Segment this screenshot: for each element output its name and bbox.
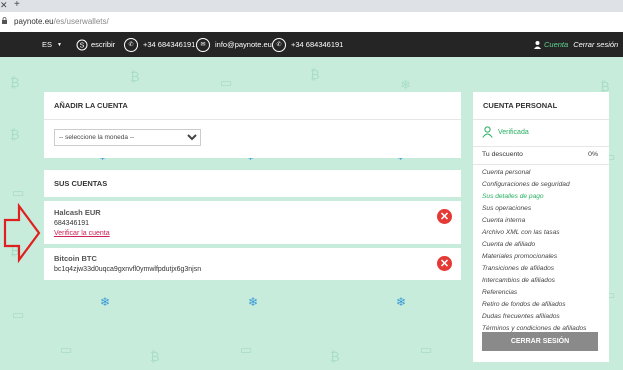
skype-icon: S xyxy=(76,39,88,50)
discount-value: 0% xyxy=(588,151,598,158)
sidebar-link[interactable]: Cuenta personal xyxy=(482,167,602,179)
verified-user-icon xyxy=(482,126,493,138)
verified-status: Verificada xyxy=(482,126,529,138)
write-label: escribir xyxy=(91,40,116,49)
card-pattern-icon: ▭ xyxy=(240,342,253,357)
discount-label: Tu descuento xyxy=(482,151,523,158)
card-pattern-icon: ▭ xyxy=(220,75,233,90)
sidebar-link[interactable]: Configuraciones de seguridad xyxy=(482,179,602,191)
language-label: ES xyxy=(42,40,53,49)
sidebar-link[interactable]: Sus detalles de pago xyxy=(482,191,602,203)
account-detail: 684346191 xyxy=(54,220,90,227)
bitcoin-pattern-icon: ₿ xyxy=(130,69,140,84)
delete-account-icon[interactable]: ✕ xyxy=(437,209,452,224)
snowflake-pattern-icon: ❄ xyxy=(400,77,411,92)
sidebar-link[interactable]: Referencias xyxy=(482,287,602,299)
card-pattern-icon: ▭ xyxy=(12,307,25,322)
whatsapp-link[interactable]: ✆ +34 684346191 xyxy=(124,32,195,57)
bitcoin-pattern-icon: ₿ xyxy=(10,75,20,90)
account-card: Halcash EUR 684346191 Verificar la cuent… xyxy=(44,201,461,244)
svg-text:S: S xyxy=(80,42,85,49)
sidebar-link[interactable]: Sus operaciones xyxy=(482,203,602,215)
bitcoin-pattern-icon: ₿ xyxy=(310,67,320,82)
add-account-panel: AÑADIR LA CUENTA -- seleccione la moneda… xyxy=(44,92,461,158)
account-link[interactable]: Cuenta xyxy=(544,40,568,49)
logout-button[interactable]: CERRAR SESIÓN xyxy=(482,332,598,351)
phone-icon: ✆ xyxy=(272,37,286,52)
language-selector[interactable]: ES ▼ xyxy=(42,32,62,57)
phone-link[interactable]: ✆ +34 684346191 xyxy=(272,32,343,57)
browser-tab-bar: ✕ + xyxy=(0,0,623,12)
sidebar-link[interactable]: Archivo XML con las tasas xyxy=(482,227,602,239)
bitcoin-pattern-icon: ₿ xyxy=(10,127,20,142)
card-pattern-icon: ▭ xyxy=(420,342,433,357)
verify-account-link[interactable]: Verificar la cuenta xyxy=(54,230,110,237)
email-text: info@paynote.eu xyxy=(215,40,272,49)
account-name: Bitcoin BTC xyxy=(54,254,97,263)
sidebar-link[interactable]: Intercambios de afiliados xyxy=(482,275,602,287)
account-name: Halcash EUR xyxy=(54,208,101,217)
url-text[interactable]: paynote.eu/es/userwallets/ xyxy=(14,17,109,26)
lock-icon xyxy=(2,17,7,24)
logout-link[interactable]: Cerrar sesión xyxy=(573,40,618,49)
personal-account-sidebar: CUENTA PERSONAL Verificada Tu descuento … xyxy=(473,92,609,362)
snowflake-pattern-icon: ❄ xyxy=(248,295,259,309)
sidebar-link[interactable]: Cuenta de afiliado xyxy=(482,239,602,251)
sidebar-links: Cuenta personal Configuraciones de seguri… xyxy=(482,167,602,335)
phone-text: +34 684346191 xyxy=(291,40,344,49)
whatsapp-icon: ✆ xyxy=(124,37,138,52)
account-links: Cuenta Cerrar sesión xyxy=(534,32,618,57)
currency-select[interactable]: -- seleccione la moneda -- xyxy=(54,129,201,146)
sidebar-link[interactable]: Retiro de fondos de afiliados xyxy=(482,299,602,311)
write-link[interactable]: S escribir xyxy=(76,32,115,57)
sidebar-link[interactable]: Materiales promocionales xyxy=(482,251,602,263)
close-tab-icon[interactable]: ✕ xyxy=(0,0,8,11)
verified-label: Verificada xyxy=(498,128,529,136)
annotation-arrow xyxy=(3,203,41,263)
bitcoin-pattern-icon: ₿ xyxy=(330,349,340,364)
account-card: Bitcoin BTC bc1q4zjw33d0uqca9gxnvfl0ymwl… xyxy=(44,248,461,280)
add-account-title: AÑADIR LA CUENTA xyxy=(44,92,461,120)
card-pattern-icon: ▭ xyxy=(12,185,25,200)
new-tab-icon[interactable]: + xyxy=(14,0,20,10)
bitcoin-pattern-icon: ₿ xyxy=(150,349,160,364)
url-domain: paynote.eu xyxy=(14,17,54,26)
snowflake-pattern-icon: ❄ xyxy=(100,295,111,309)
account-detail: bc1q4zjw33d0uqca9gxnvfl0ymwlfpdutjx6g3nj… xyxy=(54,266,202,273)
whatsapp-phone: +34 684346191 xyxy=(143,40,196,49)
snowflake-pattern-icon: ❄ xyxy=(396,295,407,309)
accounts-panel: SUS CUENTAS xyxy=(44,170,461,197)
email-icon: ✉ xyxy=(196,37,210,52)
sidebar-link[interactable]: Cuenta interna xyxy=(482,215,602,227)
user-icon xyxy=(534,40,541,49)
card-pattern-icon: ▭ xyxy=(60,342,73,357)
email-link[interactable]: ✉ info@paynote.eu xyxy=(196,32,272,57)
sidebar-link[interactable]: Dudas frecuentes afiliados xyxy=(482,311,602,323)
sidebar-title: CUENTA PERSONAL xyxy=(473,92,609,120)
site-top-bar: ES ▼ S escribir ✆ +34 684346191 ✉ info@p… xyxy=(0,32,623,57)
address-bar[interactable]: paynote.eu/es/userwallets/ xyxy=(0,12,623,33)
discount-row: Tu descuento 0% xyxy=(482,151,598,158)
accounts-title: SUS CUENTAS xyxy=(54,179,108,188)
chevron-down-icon: ▼ xyxy=(57,41,62,48)
url-path: /es/userwallets/ xyxy=(53,17,109,26)
delete-account-icon[interactable]: ✕ xyxy=(437,256,452,271)
sidebar-link[interactable]: Transiciones de afiliados xyxy=(482,263,602,275)
